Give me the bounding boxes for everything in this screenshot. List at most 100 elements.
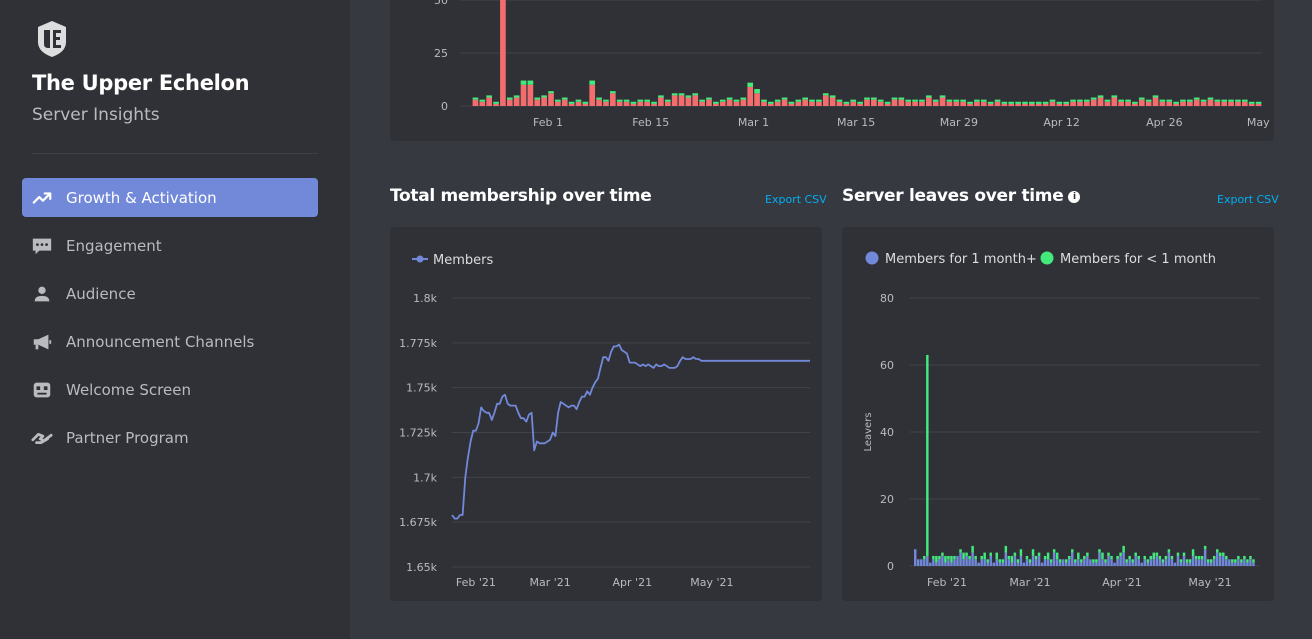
leaves-bar xyxy=(1013,552,1017,556)
leaves-bar xyxy=(968,555,971,560)
activity-bar xyxy=(925,97,932,106)
activity-bar xyxy=(1207,97,1214,100)
activity-bar xyxy=(795,101,802,106)
activity-bar xyxy=(644,99,651,102)
sidebar-item-audience[interactable]: Audience xyxy=(22,274,318,313)
leaves-bar xyxy=(1119,552,1122,556)
leaves-bar xyxy=(1104,562,1107,566)
leaves-bar xyxy=(1170,559,1174,566)
activity-bar xyxy=(486,95,493,98)
leaves-bar xyxy=(1080,562,1083,566)
activity-bar xyxy=(932,101,939,106)
x-tick-label: Mar '21 xyxy=(529,576,570,589)
x-tick-label: Mar 29 xyxy=(940,116,978,129)
leaves-bar xyxy=(935,562,938,566)
leaves-bar xyxy=(980,555,983,560)
activity-bar xyxy=(1049,101,1056,106)
activity-bar xyxy=(774,101,781,106)
activity-bar xyxy=(575,101,582,106)
activity-bar xyxy=(1029,101,1035,104)
activity-bar xyxy=(1241,99,1248,102)
sidebar-item-welcome-screen[interactable]: Welcome Screen xyxy=(22,370,318,409)
leaves-bar xyxy=(995,559,999,566)
leaves-bar xyxy=(1086,555,1089,566)
activity-bar xyxy=(678,93,685,96)
leaves-bar xyxy=(1182,552,1186,556)
leaves-bar xyxy=(1052,549,1056,553)
leaves-bar xyxy=(1134,555,1137,566)
leaves-bar xyxy=(1176,555,1180,566)
leaves-bar xyxy=(968,559,971,566)
activity-bar xyxy=(527,80,534,85)
leaves-bar xyxy=(974,555,977,560)
activity-bar xyxy=(974,99,980,102)
activity-bar xyxy=(891,99,898,106)
leaves-bar xyxy=(1200,555,1204,560)
activity-bar xyxy=(1255,101,1262,104)
leaves-bar xyxy=(1095,559,1098,563)
leaves-bar xyxy=(974,559,977,566)
leaves-bar xyxy=(1013,555,1017,566)
leaves-bar xyxy=(1152,552,1156,560)
sidebar-item-label: Partner Program xyxy=(66,428,189,447)
activity-bar xyxy=(1132,101,1138,104)
y-tick-label: 50 xyxy=(434,0,448,7)
legend-under-1-month: Members for < 1 month xyxy=(1060,252,1216,267)
x-tick-label: Mar 1 xyxy=(738,116,769,129)
leaves-bar xyxy=(1010,562,1014,566)
leaves-bar xyxy=(1077,552,1080,560)
membership-title: Total membership over time xyxy=(390,186,652,206)
activity-bar xyxy=(589,80,596,85)
activity-bar xyxy=(472,97,479,100)
leaves-bar xyxy=(1025,559,1029,566)
leaves-bar xyxy=(959,552,962,566)
sidebar-item-announcement-channels[interactable]: Announcement Channels xyxy=(22,322,318,361)
y-tick-label: 0 xyxy=(441,100,448,113)
activity-bar xyxy=(864,97,870,100)
leaves-bar xyxy=(1128,555,1131,560)
activity-bar xyxy=(1097,97,1104,106)
activity-bar xyxy=(980,101,987,106)
activity-bar xyxy=(884,103,891,106)
leaves-bar xyxy=(1161,559,1165,563)
leaves-bar xyxy=(1125,559,1128,563)
activity-bar xyxy=(795,99,802,102)
activity-bar xyxy=(829,95,836,98)
activity-bar xyxy=(637,99,644,102)
y-tick-label: 25 xyxy=(434,47,448,60)
leaves-bar xyxy=(1055,559,1059,566)
sidebar-item-partner-program[interactable]: Partner Program xyxy=(22,418,318,457)
leaves-bar xyxy=(1128,559,1131,566)
leaves-bar xyxy=(998,559,1002,563)
sidebar-item-growth-activation[interactable]: Growth & Activation xyxy=(22,178,318,217)
activity-bar xyxy=(664,99,671,102)
leaves-bar xyxy=(1209,559,1213,563)
leaves-bar xyxy=(1074,562,1077,566)
sidebar-item-label: Welcome Screen xyxy=(66,380,191,399)
sidebar-item-engagement[interactable]: Engagement xyxy=(22,226,318,265)
leaves-bar xyxy=(1222,555,1225,566)
leaves-bar xyxy=(1155,552,1159,556)
leaves-bar xyxy=(1164,559,1168,566)
membership-export-csv-link[interactable]: Export CSV xyxy=(765,193,827,206)
activity-bar xyxy=(609,93,616,106)
activity-bar xyxy=(1138,99,1145,106)
activity-bar xyxy=(1070,101,1076,106)
activity-bar xyxy=(987,103,994,106)
leaves-bar xyxy=(1031,555,1035,566)
info-icon[interactable]: i xyxy=(1068,191,1081,203)
leaves-bar xyxy=(1107,552,1110,556)
leaves-bar xyxy=(1068,559,1071,566)
activity-bar xyxy=(616,99,623,102)
leaves-bar xyxy=(1061,559,1065,566)
leaves-bar xyxy=(1137,559,1140,566)
leaves-bar xyxy=(938,555,941,560)
activity-bar xyxy=(891,97,898,100)
activity-bar xyxy=(1090,97,1097,100)
activity-bar xyxy=(1248,101,1255,104)
leaves-bar xyxy=(1167,549,1171,553)
leaves-bar xyxy=(1083,555,1086,560)
activity-bar xyxy=(1173,103,1179,106)
leaves-bar xyxy=(959,549,962,553)
leaves-export-csv-link[interactable]: Export CSV xyxy=(1217,193,1279,206)
